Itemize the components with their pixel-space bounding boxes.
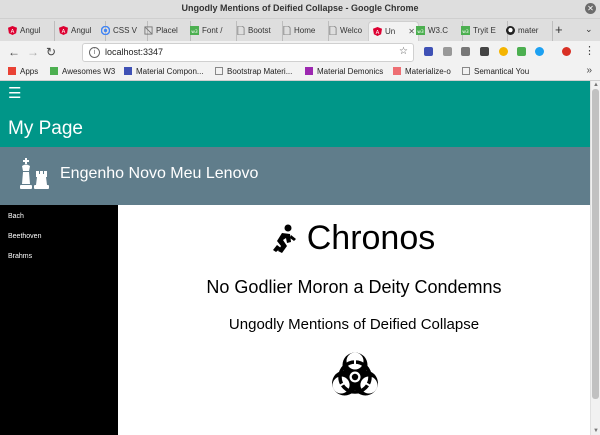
tab-angular-1[interactable]: A Angul: [4, 21, 55, 41]
extension-filter-icon[interactable]: [443, 47, 452, 56]
tab-tryit[interactable]: w3 Tryit E: [457, 21, 508, 41]
tab-label: Tryit E: [473, 26, 496, 35]
svg-text:w3: w3: [417, 29, 424, 35]
angular-icon: A: [373, 27, 382, 36]
w3-icon: w3: [416, 26, 425, 35]
nav-item-beethoven[interactable]: Beethoven: [8, 233, 41, 240]
svg-text:A: A: [62, 29, 66, 35]
header-title: Engenho Novo Meu Lenovo: [60, 165, 259, 182]
tab-w3c[interactable]: w3 W3.C: [412, 21, 463, 41]
tab-label: Bootst: [248, 26, 271, 35]
svg-text:w3: w3: [191, 29, 198, 35]
page-icon: [237, 26, 245, 35]
page-icon: [462, 67, 470, 75]
angular-icon: A: [8, 26, 17, 35]
extension-vuetify-icon[interactable]: [424, 47, 433, 56]
svg-text:w3: w3: [462, 29, 469, 35]
page-icon: [215, 67, 223, 75]
extension-page-icon[interactable]: [480, 47, 489, 56]
browser-toolbar: ← → ↻ i localhost:3347 ☆ ⋮: [0, 41, 600, 64]
materialize-icon: [393, 67, 401, 75]
bookmark-awesomes-w3[interactable]: Awesomes W3: [50, 67, 115, 76]
tab-font[interactable]: w3 Font /: [186, 21, 237, 41]
reload-button[interactable]: ↻: [46, 45, 56, 59]
tab-label: mater: [518, 26, 539, 35]
window-titlebar: Ungodly Mentions of Deified Collapse - G…: [0, 0, 600, 19]
tab-label: Home: [294, 26, 316, 35]
page-scrollbar[interactable]: ▲ ▼: [590, 81, 600, 435]
scroll-down-icon[interactable]: ▼: [593, 428, 599, 434]
material-icon: [305, 67, 313, 75]
w3-icon: [50, 67, 58, 75]
w3-icon: w3: [190, 26, 199, 35]
w3-icon: w3: [461, 26, 470, 35]
tab-label: Angul: [20, 26, 41, 35]
chess-icon: [20, 158, 49, 189]
tab-label: Placel: [156, 26, 178, 35]
extension-vue-icon[interactable]: [461, 47, 470, 56]
side-nav: Bach Beethoven Brahms: [0, 205, 118, 435]
page-icon: [329, 26, 337, 35]
menu-icon[interactable]: ☰: [8, 84, 21, 102]
header-band: Engenho Novo Meu Lenovo: [0, 147, 590, 205]
page-icon: [283, 26, 291, 35]
tab-label: Welco: [340, 26, 363, 35]
tab-label: CSS V: [113, 26, 138, 35]
tab-bootstrap[interactable]: Bootst: [232, 21, 283, 41]
tab-strip: A Angul A Angul CSS V Placel w3 Font / B…: [0, 19, 600, 41]
placeholder-icon: [144, 26, 153, 35]
scroll-up-icon[interactable]: ▲: [593, 82, 599, 88]
tab-label: W3.C: [428, 26, 448, 35]
app-toolbar: ☰ My Page: [0, 81, 590, 147]
menu-kebab-icon[interactable]: ⋮: [584, 44, 595, 57]
main-content: Chronos No Godlier Moron a Deity Condemn…: [118, 205, 590, 435]
new-tab-button[interactable]: +: [555, 22, 563, 37]
tagline: Ungodly Mentions of Deified Collapse: [228, 316, 480, 333]
tab-placeholder[interactable]: Placel: [140, 21, 191, 41]
github-icon: [506, 26, 515, 35]
back-button[interactable]: ←: [8, 45, 20, 59]
forward-button[interactable]: →: [27, 45, 39, 59]
subheading: No Godlier Moron a Deity Condemns: [206, 277, 502, 297]
tab-label: Font /: [202, 26, 223, 35]
content-heading: Chronos: [118, 219, 590, 258]
bookmark-material-components[interactable]: Material Compon...: [124, 67, 204, 76]
svg-text:A: A: [11, 29, 15, 35]
heading-text: Chronos: [306, 219, 436, 257]
extension-twitter-icon[interactable]: [535, 47, 544, 56]
scrollbar-thumb[interactable]: [592, 89, 599, 399]
bookmarks-bar: Apps Awesomes W3 Material Compon... Boot…: [0, 64, 600, 81]
site-info-icon[interactable]: i: [89, 47, 100, 58]
address-url[interactable]: localhost:3347: [105, 47, 163, 57]
extension-grid-icon[interactable]: [517, 47, 526, 56]
window-close-button[interactable]: ✕: [585, 3, 596, 14]
extension-chrome-icon[interactable]: [499, 47, 508, 56]
bookmark-semantical-you[interactable]: Semantical You: [462, 67, 529, 76]
nav-item-brahms[interactable]: Brahms: [8, 253, 32, 260]
tab-label: Angul: [71, 26, 92, 35]
chrome-icon: [101, 26, 110, 35]
material-icon: [124, 67, 132, 75]
apps-grid-icon: [8, 67, 16, 75]
tab-home[interactable]: Home: [278, 21, 329, 41]
bookmark-apps[interactable]: Apps: [8, 67, 38, 76]
page-title: My Page: [8, 118, 83, 139]
bookmark-materialize[interactable]: Materialize-o: [393, 67, 451, 76]
bookmarks-overflow-button[interactable]: »: [586, 65, 592, 76]
bookmark-material-demonics[interactable]: Material Demonics: [305, 67, 383, 76]
window-title: Ungodly Mentions of Deified Collapse - G…: [181, 3, 419, 13]
angular-icon: A: [59, 26, 68, 35]
address-bar[interactable]: i localhost:3347 ☆: [82, 43, 414, 62]
tab-github[interactable]: mater: [502, 21, 553, 41]
biohazard-icon: [332, 352, 378, 396]
svg-text:A: A: [376, 30, 380, 36]
running-person-icon: [272, 224, 296, 253]
tab-label: Un: [385, 27, 396, 36]
nav-item-bach[interactable]: Bach: [8, 213, 24, 220]
tab-search-icon[interactable]: ⌄: [585, 24, 593, 35]
bookmark-bootstrap-material[interactable]: Bootstrap Materi...: [215, 67, 292, 76]
bookmark-star-icon[interactable]: ☆: [399, 46, 408, 57]
profile-avatar[interactable]: [562, 47, 571, 56]
